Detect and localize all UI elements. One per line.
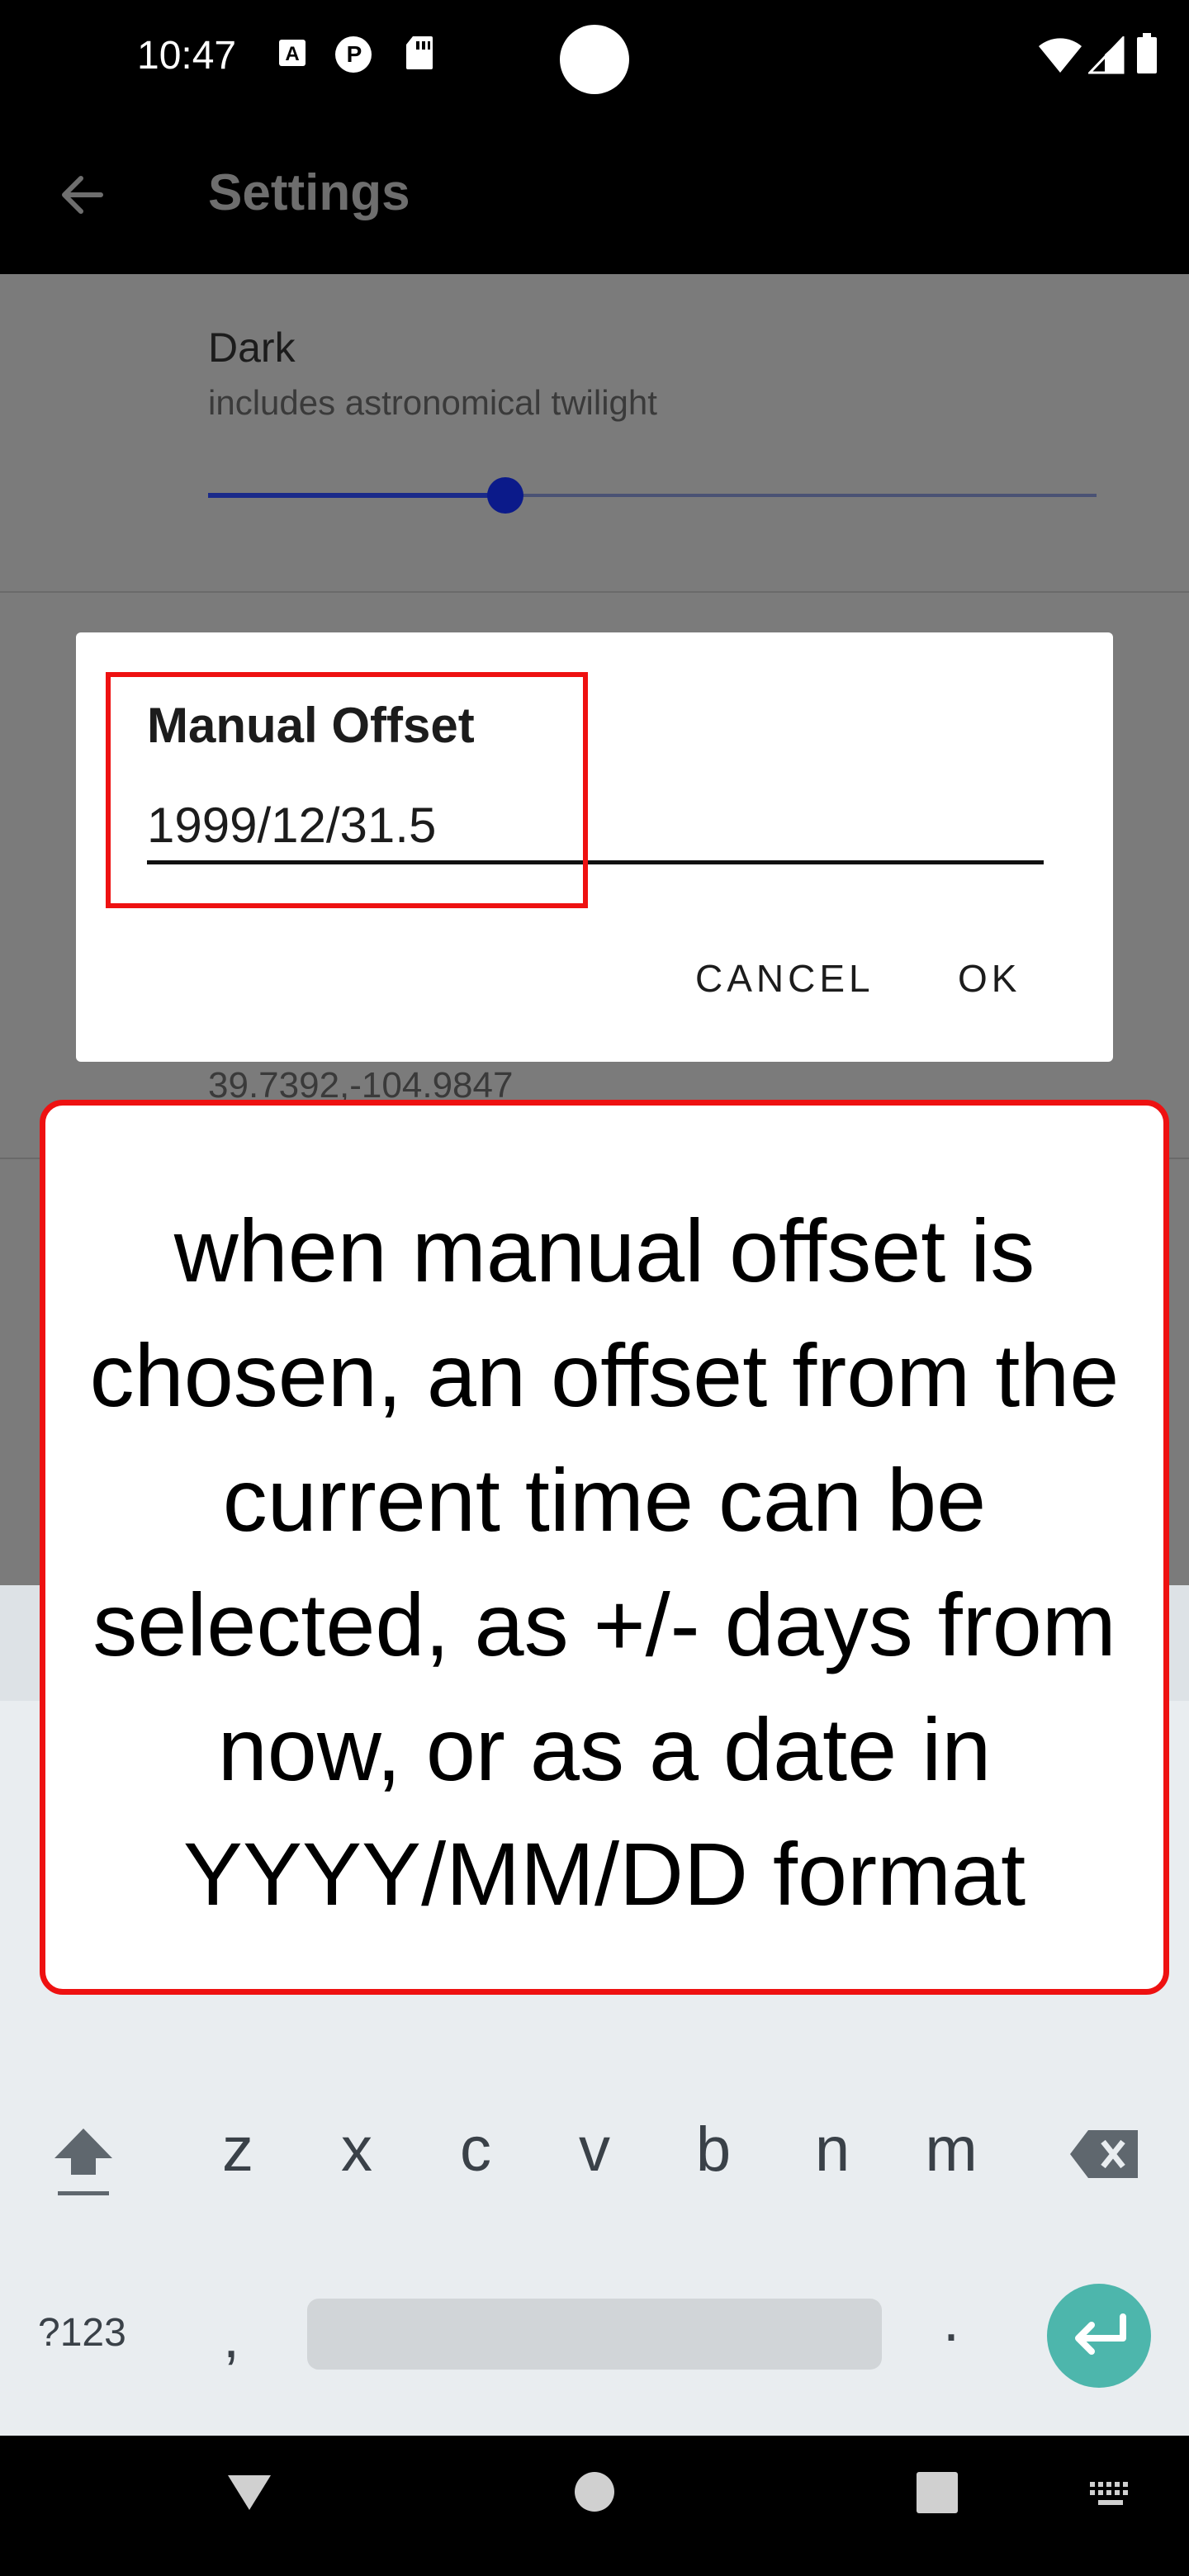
enter-key[interactable] xyxy=(1047,2284,1151,2388)
key-c[interactable]: c xyxy=(434,2114,517,2185)
symbols-key[interactable]: ?123 xyxy=(38,2310,126,2356)
signal-icon xyxy=(1088,36,1125,74)
slider-track[interactable] xyxy=(505,494,1097,497)
a-font-icon: A xyxy=(279,40,306,66)
key-z[interactable]: z xyxy=(197,2114,279,2185)
period-key[interactable]: . xyxy=(943,2287,959,2355)
status-time: 10:47 xyxy=(137,34,237,78)
keyboard-switch-icon[interactable] xyxy=(1088,2480,1135,2508)
recents-square-icon[interactable] xyxy=(915,2470,959,2515)
key-x[interactable]: x xyxy=(315,2114,398,2185)
svg-text:P: P xyxy=(347,41,362,67)
page-title: Settings xyxy=(208,164,410,221)
camera-cutout xyxy=(560,25,629,94)
shift-icon[interactable] xyxy=(46,2122,121,2204)
slider-thumb[interactable] xyxy=(487,477,523,514)
theme-pref-title: Dark xyxy=(208,324,296,371)
arrow-back-icon[interactable] xyxy=(50,162,116,228)
battery-icon xyxy=(1137,33,1157,73)
highlight-box xyxy=(106,672,588,908)
sd-card-icon xyxy=(406,36,433,69)
p-badge-icon: P xyxy=(335,36,372,73)
wifi-icon xyxy=(1039,38,1082,73)
slider-track-active xyxy=(208,493,505,498)
space-bar[interactable] xyxy=(307,2299,882,2370)
home-circle-icon[interactable] xyxy=(571,2469,618,2515)
status-bar: 10:47 A P xyxy=(0,0,1189,116)
ok-button[interactable]: OK xyxy=(958,956,1021,1001)
comma-key[interactable]: , xyxy=(223,2304,239,2371)
divider xyxy=(0,591,1189,593)
key-b[interactable]: b xyxy=(672,2114,755,2185)
svg-text:A: A xyxy=(285,43,299,65)
cancel-button[interactable]: CANCEL xyxy=(695,956,874,1001)
annotation-text: when manual offset is chosen, an offset … xyxy=(89,1200,1120,1924)
theme-pref-summary: includes astronomical twilight xyxy=(208,383,657,422)
back-triangle-icon[interactable] xyxy=(225,2467,274,2517)
enter-icon xyxy=(1075,2313,1126,2355)
app-bar: Settings xyxy=(0,116,1189,274)
key-m[interactable]: m xyxy=(910,2114,992,2185)
nav-bar xyxy=(0,2436,1189,2576)
backspace-icon[interactable] xyxy=(1068,2125,1143,2183)
key-n[interactable]: n xyxy=(791,2114,874,2185)
key-v[interactable]: v xyxy=(553,2114,636,2185)
annotation-callout: when manual offset is chosen, an offset … xyxy=(40,1100,1169,1995)
